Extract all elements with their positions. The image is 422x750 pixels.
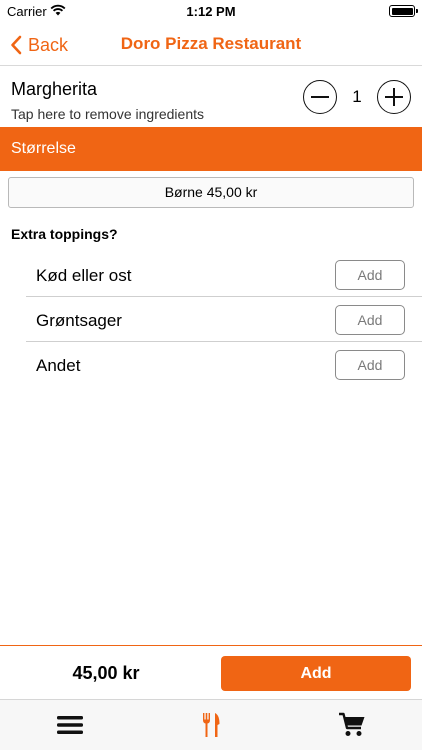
item-header: Margherita Tap here to remove ingredient…	[0, 67, 422, 127]
topping-row: Grøntsager Add	[26, 297, 422, 342]
clock: 1:12 PM	[186, 4, 236, 19]
add-topping-button[interactable]: Add	[335, 350, 405, 380]
add-topping-button[interactable]: Add	[335, 305, 405, 335]
menu-icon	[57, 716, 83, 734]
add-topping-button[interactable]: Add	[335, 260, 405, 290]
add-to-cart-button[interactable]: Add	[221, 656, 411, 691]
topping-label: Grøntsager	[36, 311, 122, 330]
size-selector[interactable]: Børne 45,00 kr	[8, 177, 414, 208]
topping-label: Kød eller ost	[36, 266, 132, 285]
decrease-quantity-button[interactable]	[303, 80, 337, 114]
back-label: Back	[28, 34, 69, 55]
quantity-stepper: 1	[303, 80, 411, 114]
tab-bar	[0, 699, 422, 750]
remove-ingredients-link[interactable]: Tap here to remove ingredients	[11, 106, 204, 122]
topping-row: Andet Add	[26, 342, 422, 387]
tab-cart[interactable]	[336, 712, 368, 738]
status-bar: Carrier 1:12 PM	[0, 0, 422, 22]
topping-label: Andet	[36, 356, 81, 375]
size-section-header: Størrelse	[0, 127, 422, 171]
tab-restaurant[interactable]	[195, 712, 227, 738]
restaurant-icon	[203, 713, 220, 737]
extra-toppings-label: Extra toppings?	[11, 226, 118, 242]
order-footer: 45,00 kr Add	[0, 645, 422, 699]
quantity-value: 1	[352, 87, 362, 106]
topping-row: Kød eller ost Add	[26, 252, 422, 297]
cart-icon	[339, 712, 365, 736]
navigation-bar: Back Doro Pizza Restaurant	[0, 22, 422, 66]
total-price: 45,00 kr	[72, 663, 140, 683]
back-button[interactable]: Back	[10, 32, 68, 58]
increase-quantity-button[interactable]	[377, 80, 411, 114]
toppings-list: Kød eller ost Add Grøntsager Add Andet A…	[26, 252, 422, 387]
size-section-title: Størrelse	[11, 140, 76, 157]
tab-menu[interactable]	[54, 712, 86, 738]
chevron-left-icon	[11, 35, 22, 55]
battery-icon	[389, 5, 418, 17]
item-name: Margherita	[11, 79, 98, 99]
